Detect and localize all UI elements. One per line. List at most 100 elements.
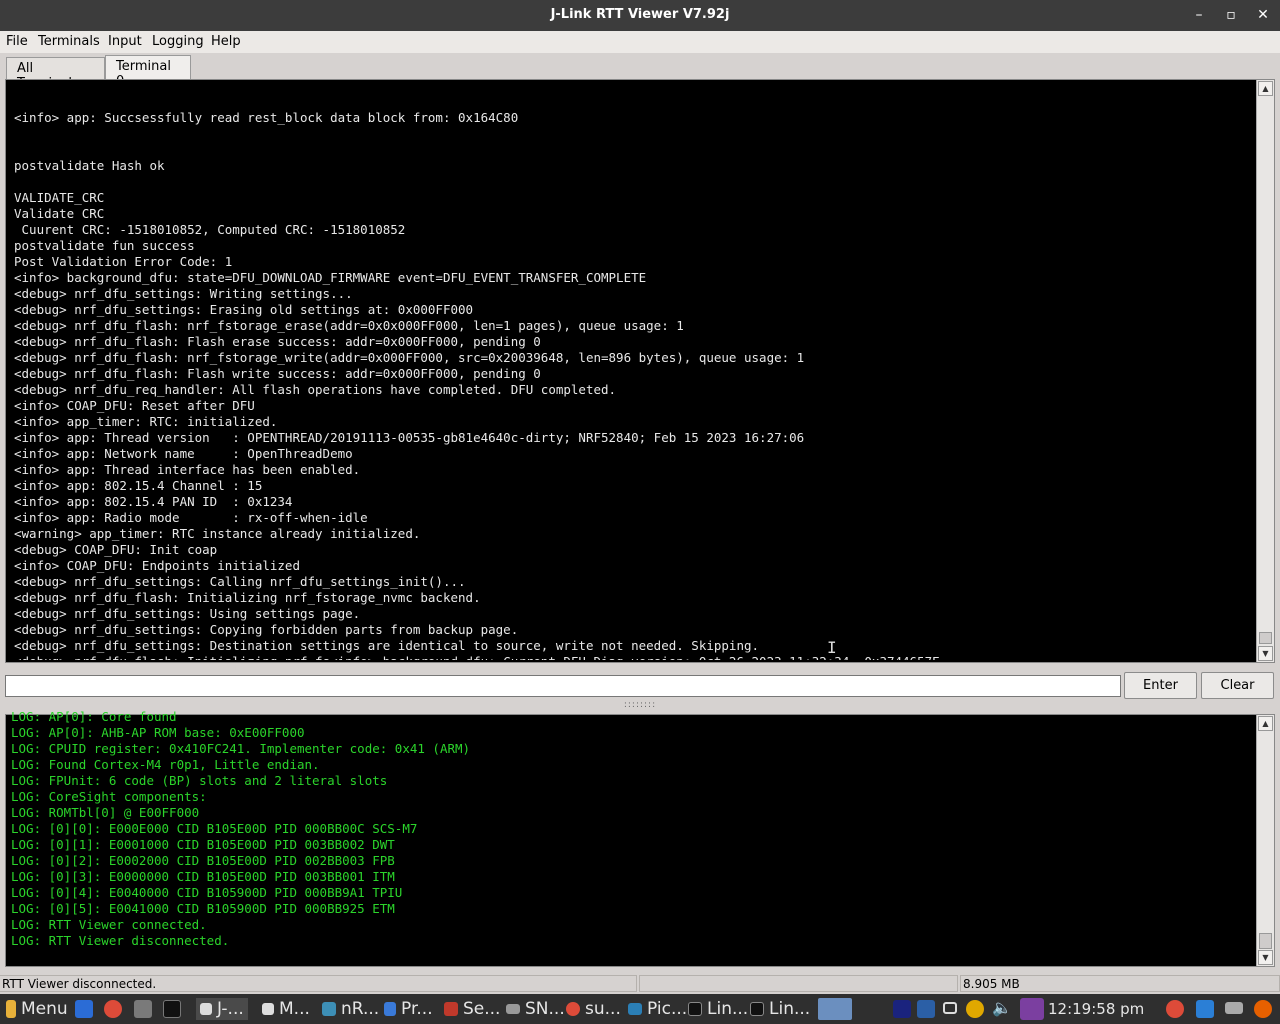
clock[interactable]: 12:19:58 pm (1048, 998, 1144, 1020)
log-line: LOG: [0][0]: E000E000 CID B105E00D PID 0… (11, 821, 418, 836)
taskbar-item-m[interactable]: M... (262, 998, 310, 1020)
taskbar-item-sn[interactable]: SN... (506, 998, 565, 1020)
scroll-up-icon[interactable]: ▲ (1258, 716, 1273, 731)
taskbar-label: J-... (217, 999, 244, 1019)
terminal-output-panel[interactable]: <info> app: Succsessfully read rest_bloc… (5, 79, 1275, 663)
tab-all-terminals[interactable]: All Terminals (6, 57, 105, 91)
segger-icon (444, 1002, 458, 1016)
enter-button[interactable]: Enter (1124, 672, 1197, 699)
terminal-line: <info> app: Radio mode : rx-off-when-idl… (14, 510, 368, 525)
workspace-switcher-icon[interactable] (818, 998, 852, 1020)
tab-terminal-0[interactable]: Terminal 0 (105, 55, 191, 89)
menu-bar: File Terminals Input Logging Help (0, 31, 1280, 53)
terminal-line: <warning> app_timer: RTC instance alread… (14, 526, 421, 541)
log-line: LOG: [0][1]: E0001000 CID B105E00D PID 0… (11, 837, 395, 852)
terminal-line: <debug> nrf_dfu_flash: nrf_fstorage_eras… (14, 318, 684, 333)
terminal-line: <debug> nrf_dfu_settings: Calling nrf_df… (14, 574, 466, 589)
terminal-line: <debug> nrf_dfu_flash: Flash erase succe… (14, 334, 541, 349)
close-button[interactable]: ✕ (1254, 6, 1272, 24)
terminal-line: <debug> nrf_dfu_settings: Destination se… (14, 638, 760, 653)
terminal-line: <info> app: Succsessfully read rest_bloc… (14, 110, 519, 125)
terminal-line: <debug> nrf_dfu_flash: Flash write succe… (14, 366, 541, 381)
scroll-up-icon[interactable]: ▲ (1258, 81, 1273, 96)
text-cursor-icon: I (827, 638, 837, 657)
status-memory: 8.905 MB (960, 975, 1280, 992)
status-message: RTT Viewer disconnected. (0, 975, 637, 992)
taskbar-label: su... (585, 999, 621, 1019)
update-icon[interactable] (966, 1000, 984, 1018)
network-share-icon[interactable] (1225, 1002, 1243, 1014)
terminal-line: <debug> nrf_dfu_flash: Initializing nrf_… (14, 654, 1252, 660)
taskbar-item-pic[interactable]: Pic... (628, 998, 687, 1020)
log-panel[interactable]: LOG: AP[0]: Core found LOG: AP[0]: AHB-AP… (5, 709, 1275, 967)
chrome-icon[interactable] (104, 1000, 122, 1018)
display-icon[interactable] (943, 1002, 957, 1014)
start-menu-button[interactable]: Menu (6, 998, 68, 1020)
app-icon (506, 1004, 520, 1014)
taskbar-item-se[interactable]: Se... (444, 998, 500, 1020)
input-row: Enter Clear (0, 672, 1280, 700)
log-line: LOG: AP[0]: AHB-AP ROM base: 0xE00FF000 (11, 725, 305, 740)
taskbar-item-nrf[interactable]: nR... (322, 998, 379, 1020)
start-menu-label: Menu (21, 999, 68, 1019)
taskbar-item-lin-2[interactable]: Lin... (750, 998, 810, 1020)
scroll-down-icon[interactable]: ▼ (1258, 646, 1273, 661)
chrome-icon[interactable] (1166, 1000, 1184, 1018)
nrf-icon (322, 1002, 336, 1016)
log-line: LOG: [0][4]: E0040000 CID B105900D PID 0… (11, 885, 403, 900)
menu-icon (6, 1000, 16, 1018)
menu-input[interactable]: Input (108, 34, 142, 49)
terminal-line: <debug> nrf_dfu_settings: Copying forbid… (14, 622, 519, 637)
menu-terminals[interactable]: Terminals (38, 34, 100, 49)
terminal-line: <info> app: Network name : OpenThreadDem… (14, 446, 353, 461)
terminal-input-field[interactable] (5, 675, 1121, 697)
vscode-icon[interactable] (1196, 1000, 1214, 1018)
firefox-icon[interactable] (1254, 1000, 1272, 1018)
vscode-tray-icon[interactable] (917, 1000, 935, 1018)
log-scrollbar[interactable]: ▲ ▼ (1256, 715, 1274, 966)
terminal-scrollbar[interactable]: ▲ ▼ (1256, 80, 1274, 662)
network-icon[interactable] (1020, 998, 1044, 1020)
terminal-line: <debug> nrf_dfu_req_handler: All flash o… (14, 382, 617, 397)
taskbar-label: SN... (525, 999, 565, 1019)
text-editor-icon[interactable] (134, 1000, 152, 1018)
scrollbar-thumb[interactable] (1259, 933, 1272, 949)
terminal-tabs: All Terminals Terminal 0 (0, 55, 1280, 91)
log-line: LOG: RTT Viewer connected. (11, 917, 207, 932)
taskbar-item-lin-1[interactable]: Lin... (688, 998, 748, 1020)
terminal-output-text: <info> app: Succsessfully read rest_bloc… (14, 110, 1252, 660)
terminal-line: <debug> COAP_DFU: Init coap (14, 542, 218, 557)
terminal-line: <debug> nrf_dfu_flash: nrf_fstorage_writ… (14, 350, 805, 365)
scrollbar-thumb[interactable] (1259, 632, 1272, 644)
taskbar-item-su[interactable]: su... (566, 998, 621, 1020)
menu-file[interactable]: File (6, 34, 28, 49)
window-icon (262, 1003, 274, 1015)
title-bar: J-Link RTT Viewer V7.92j – ▫ ✕ (0, 0, 1280, 31)
terminal-line: Validate CRC (14, 206, 105, 221)
segger-tray-icon[interactable] (893, 1000, 911, 1018)
scroll-down-icon[interactable]: ▼ (1258, 950, 1273, 965)
terminal-icon (688, 1002, 702, 1016)
terminal-line: VALIDATE_CRC (14, 190, 105, 205)
menu-help[interactable]: Help (211, 34, 241, 49)
taskbar-item-pr[interactable]: Pr... (384, 998, 433, 1020)
terminal-line: <debug> nrf_dfu_settings: Erasing old se… (14, 302, 474, 317)
terminal-line: postvalidate fun success (14, 238, 195, 253)
files-icon[interactable] (75, 1000, 93, 1018)
clear-button[interactable]: Clear (1201, 672, 1274, 699)
terminal-line: <debug> nrf_dfu_settings: Using settings… (14, 606, 361, 621)
maximize-button[interactable]: ▫ (1222, 6, 1240, 24)
log-output-text: LOG: AP[0]: Core found LOG: AP[0]: AHB-AP… (11, 709, 1252, 949)
terminal-icon[interactable] (163, 1000, 181, 1018)
log-line: LOG: [0][2]: E0002000 CID B105E00D PID 0… (11, 853, 395, 868)
menu-logging[interactable]: Logging (152, 34, 204, 49)
taskbar-item-jlink[interactable]: J-... (196, 998, 248, 1020)
volume-icon[interactable]: 🔈 (992, 998, 1012, 1017)
status-middle (639, 975, 958, 992)
taskbar-label: Se... (463, 999, 501, 1019)
minimize-button[interactable]: – (1190, 6, 1208, 24)
log-line: LOG: CoreSight components: (11, 789, 207, 804)
terminal-line: <info> app_timer: RTC: initialized. (14, 414, 278, 429)
